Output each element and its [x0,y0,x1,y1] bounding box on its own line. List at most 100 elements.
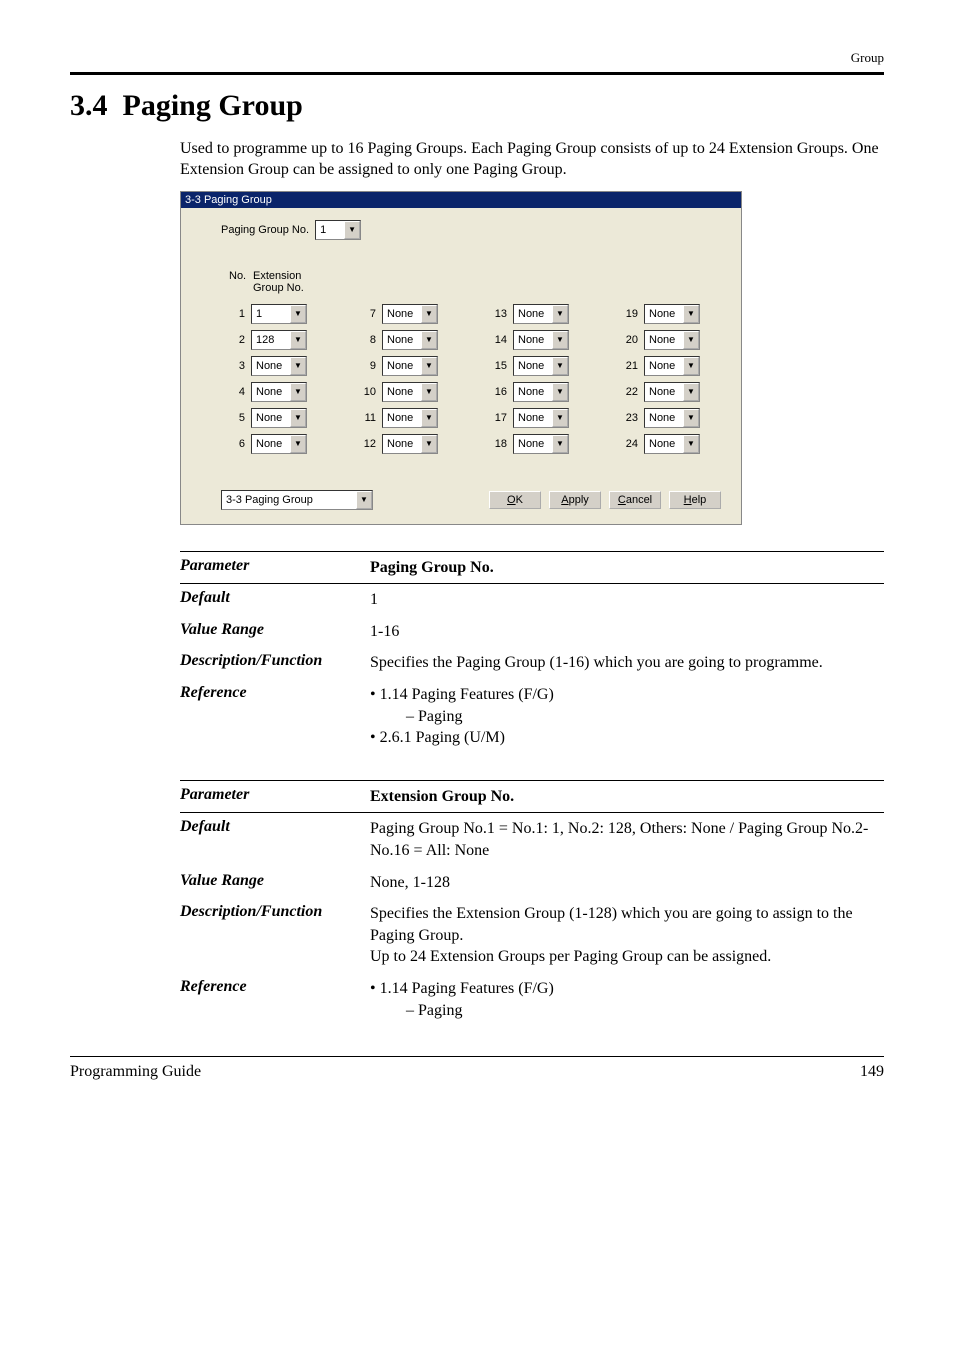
paging-group-select[interactable]: 1 ▼ [315,220,361,240]
extension-select[interactable]: None▼ [513,382,569,402]
extension-select[interactable]: None▼ [513,434,569,454]
extension-number: 9 [360,360,376,372]
extension-select[interactable]: None▼ [251,356,307,376]
range-value: 1-16 [370,621,884,643]
chevron-down-icon: ▼ [290,305,306,323]
desc-value: Specifies the Paging Group (1-16) which … [370,652,884,674]
page-jump-value: 3-3 Paging Group [222,494,356,506]
extension-cell: 19None▼ [622,304,721,324]
range-label: Value Range [180,621,370,639]
chevron-down-icon: ▼ [290,409,306,427]
extension-value: None [383,438,421,450]
chevron-down-icon: ▼ [552,357,568,375]
extension-value: None [514,386,552,398]
chevron-down-icon: ▼ [552,331,568,349]
extension-select[interactable]: None▼ [513,304,569,324]
ref-label: Reference [180,684,370,702]
extension-select[interactable]: None▼ [644,408,700,428]
parameter-table-2: Parameter Extension Group No. Default Pa… [180,780,884,1026]
extension-value: None [383,412,421,424]
ref-line: – Paging [370,1000,884,1022]
chevron-down-icon: ▼ [290,435,306,453]
extension-cell: 12None▼ [360,434,459,454]
extension-cell: 22None▼ [622,382,721,402]
desc-line: Up to 24 Extension Groups per Paging Gro… [370,946,884,968]
chevron-down-icon: ▼ [290,357,306,375]
extension-select[interactable]: None▼ [644,304,700,324]
extension-value: None [514,334,552,346]
help-button[interactable]: Help [669,491,721,509]
default-value: 1 [370,589,884,611]
extension-select[interactable]: None▼ [644,330,700,350]
extension-cell: 10None▼ [360,382,459,402]
extension-number: 3 [229,360,245,372]
extension-select[interactable]: None▼ [382,304,438,324]
ok-button[interactable]: OK [489,491,541,509]
extension-value: None [645,386,683,398]
extension-select[interactable]: 128▼ [251,330,307,350]
extension-value: 128 [252,334,290,346]
extension-select[interactable]: None▼ [251,382,307,402]
extension-select[interactable]: None▼ [513,356,569,376]
paging-group-label: Paging Group No. [221,224,309,236]
app-window: 3-3 Paging Group Paging Group No. 1 ▼ No… [180,191,742,525]
ref-line: • 1.14 Paging Features (F/G) [370,978,884,1000]
extension-number: 11 [360,412,376,424]
chevron-down-icon: ▼ [344,221,360,239]
column-header-no: No. [229,270,245,294]
extension-select[interactable]: None▼ [382,330,438,350]
chevron-down-icon: ▼ [421,435,437,453]
param-value: Extension Group No. [370,788,514,805]
extension-value: None [514,412,552,424]
extension-select[interactable]: 1▼ [251,304,307,324]
desc-value: Specifies the Extension Group (1-128) wh… [370,903,884,968]
desc-label: Description/Function [180,903,370,921]
ref-line: – Paging [370,706,884,728]
chevron-down-icon: ▼ [552,435,568,453]
extension-select[interactable]: None▼ [513,330,569,350]
extension-number: 1 [229,308,245,320]
apply-button[interactable]: Apply [549,491,601,509]
extension-select[interactable]: None▼ [513,408,569,428]
extension-select[interactable]: None▼ [644,356,700,376]
extension-select[interactable]: None▼ [382,382,438,402]
desc-label: Description/Function [180,652,370,670]
extension-grid: 11▼7None▼13None▼19None▼2128▼8None▼14None… [229,304,721,454]
extension-select[interactable]: None▼ [644,434,700,454]
chevron-down-icon: ▼ [683,357,699,375]
chevron-down-icon: ▼ [421,305,437,323]
chevron-down-icon: ▼ [421,383,437,401]
page-header-category: Group [70,50,884,66]
extension-cell: 4None▼ [229,382,328,402]
extension-value: None [645,412,683,424]
extension-select[interactable]: None▼ [382,434,438,454]
extension-value: None [514,438,552,450]
param-label: Parameter [180,786,370,804]
extension-number: 18 [491,438,507,450]
extension-cell: 1 1▼ [229,304,328,324]
page-jump-select[interactable]: 3-3 Paging Group ▼ [221,490,373,510]
paging-group-value: 1 [316,224,344,236]
default-label: Default [180,589,370,607]
extension-number: 6 [229,438,245,450]
extension-value: None [252,360,290,372]
chevron-down-icon: ▼ [552,305,568,323]
chevron-down-icon: ▼ [421,331,437,349]
extension-select[interactable]: None▼ [251,408,307,428]
cancel-button[interactable]: Cancel [609,491,661,509]
extension-select[interactable]: None▼ [644,382,700,402]
extension-select[interactable]: None▼ [382,356,438,376]
extension-number: 13 [491,308,507,320]
extension-value: None [252,386,290,398]
chevron-down-icon: ▼ [683,435,699,453]
extension-select[interactable]: None▼ [251,434,307,454]
extension-value: None [383,386,421,398]
default-label: Default [180,818,370,836]
extension-value: None [645,308,683,320]
extension-select[interactable]: None▼ [382,408,438,428]
extension-number: 24 [622,438,638,450]
default-value: Paging Group No.1 = No.1: 1, No.2: 128, … [370,818,884,861]
chevron-down-icon: ▼ [290,383,306,401]
section-name: Paging Group [123,89,303,122]
chevron-down-icon: ▼ [683,409,699,427]
